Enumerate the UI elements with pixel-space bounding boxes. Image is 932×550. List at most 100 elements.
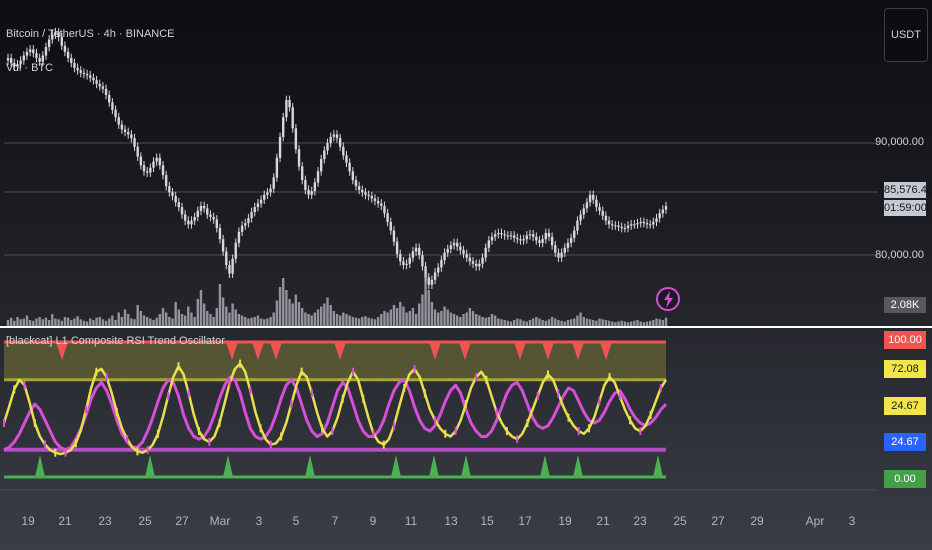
volume-bar (123, 309, 127, 326)
candle-body (130, 134, 133, 139)
candle-body (319, 159, 323, 172)
candle-body (231, 258, 234, 274)
candle-body (474, 263, 478, 267)
volume-bar (240, 315, 244, 326)
candle-body (456, 242, 459, 247)
time-tick-label: 25 (673, 514, 687, 528)
volume-bar (399, 302, 402, 326)
volume-bar (301, 308, 304, 326)
volume-bar (630, 321, 633, 326)
volume-bar (266, 318, 269, 326)
candle-body (240, 225, 244, 232)
volume-bar (506, 320, 510, 326)
candle-body (193, 216, 196, 221)
candle-body (247, 218, 250, 224)
volume-bar (171, 318, 174, 326)
volume-bar (319, 306, 323, 326)
candle-body (588, 194, 592, 203)
volume-bar (636, 320, 639, 326)
candle-body (294, 128, 298, 150)
volume-bar (6, 320, 10, 326)
oscillator-mark (464, 400, 467, 409)
volume-bar (541, 320, 544, 326)
candle-body (509, 235, 513, 237)
candle-body (158, 157, 162, 166)
oscillator-mark (505, 427, 508, 436)
candle-body (177, 202, 181, 208)
oscillator-mark (321, 424, 324, 433)
volume-bar (487, 317, 491, 326)
volume-bar (231, 303, 234, 326)
candle-body (465, 253, 468, 258)
oscillator-value-tag: 0.00 (884, 470, 926, 488)
oscillator-mark (126, 435, 129, 444)
candle-body (297, 149, 301, 167)
chart-canvas[interactable] (0, 0, 932, 550)
volume-bar (614, 322, 617, 326)
candle-body (528, 234, 532, 236)
oscillator-mark (372, 429, 375, 438)
candle-body (237, 231, 241, 243)
candle-body (259, 199, 263, 204)
volume-bar (22, 318, 26, 326)
time-tick-label: 27 (175, 514, 189, 528)
candle-body (171, 192, 174, 197)
candle-body (263, 194, 266, 200)
volume-bar (452, 314, 456, 326)
candle-body (342, 146, 345, 156)
candle-body (6, 58, 10, 61)
candle-body (411, 251, 415, 258)
volume-bar (522, 320, 525, 326)
volume-bar (13, 320, 16, 326)
candle-body (104, 88, 108, 96)
candle-body (212, 216, 215, 220)
candle-body (187, 220, 190, 225)
candle-body (437, 267, 440, 273)
volume-bar (582, 317, 585, 326)
volume-bar (348, 315, 351, 326)
volume-bar (459, 317, 462, 326)
volume-bar (196, 299, 200, 326)
candle-body (329, 136, 332, 144)
volume-bar (98, 317, 101, 326)
volume-bar (272, 312, 275, 326)
volume-bar (392, 305, 396, 326)
candle-body (592, 194, 595, 200)
candle-body (199, 205, 203, 211)
volume-tag: 2.08K (884, 297, 926, 313)
volume-bar (601, 319, 604, 326)
volume-bar (639, 321, 642, 326)
currency-button[interactable]: USDT (884, 8, 928, 62)
oscillator-mark (208, 437, 211, 446)
volume-bar (446, 309, 449, 326)
candle-body (462, 250, 465, 254)
candle-body (512, 235, 516, 238)
time-tick-label: 19 (21, 514, 35, 528)
oscillator-mark (351, 367, 354, 376)
candle-body (389, 221, 392, 231)
oscillator-mark (567, 413, 570, 422)
volume-bar (465, 312, 468, 326)
volume-bar (370, 318, 373, 326)
volume-bar (120, 317, 124, 326)
volume-bar (316, 309, 320, 326)
candle-body (497, 232, 500, 235)
candle-body (133, 138, 136, 147)
candle-body (244, 223, 247, 226)
volume-bar (376, 317, 380, 326)
volume-bar (493, 315, 497, 326)
bottom-spike (429, 455, 439, 477)
candle-body (380, 203, 383, 206)
candle-body (313, 182, 317, 192)
volume-bar (345, 314, 348, 326)
volume-bar (190, 312, 193, 326)
candle-body (101, 86, 105, 89)
volume-bar (364, 316, 367, 326)
volume-bar (256, 315, 260, 326)
volume-bar (573, 318, 576, 326)
candle-body (633, 224, 636, 226)
volume-bar (142, 315, 146, 326)
time-tick-label: 29 (750, 514, 764, 528)
volume-bar (180, 314, 184, 326)
candle-body (544, 232, 547, 240)
